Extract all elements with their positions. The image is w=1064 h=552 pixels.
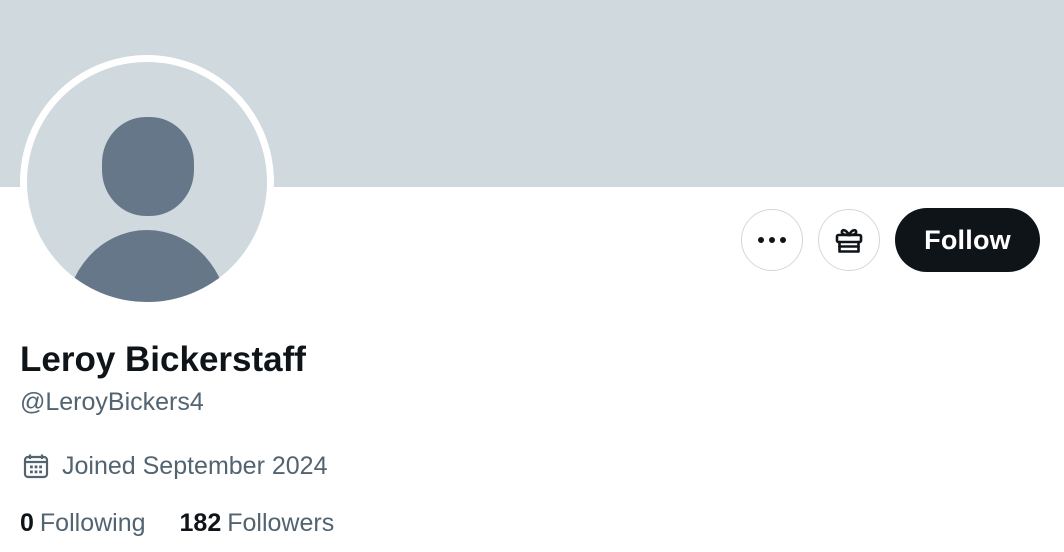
more-button[interactable]	[741, 209, 803, 271]
user-handle: @LeroyBickers4	[20, 388, 204, 416]
following-count: 0	[20, 508, 34, 537]
following-link[interactable]: 0 Following	[20, 509, 146, 538]
gift-button[interactable]	[818, 209, 880, 271]
avatar-head-shape	[102, 117, 194, 216]
join-date-text: Joined September 2024	[62, 451, 328, 480]
following-label: Following	[39, 508, 146, 537]
avatar[interactable]	[27, 62, 267, 302]
avatar-body-shape	[66, 230, 228, 302]
join-date: Joined September 2024	[22, 449, 327, 483]
calendar-icon	[23, 454, 49, 479]
followers-link[interactable]: 182 Followers	[180, 509, 335, 538]
display-name: Leroy Bickerstaff	[20, 340, 306, 379]
profile-actions: Follow	[741, 208, 1040, 272]
followers-label: Followers	[227, 508, 335, 537]
avatar-ring	[20, 55, 274, 309]
profile-stats: 0 Following 182 Followers	[20, 506, 334, 540]
default-avatar-silhouette-icon	[66, 117, 228, 302]
follow-button[interactable]: Follow	[895, 208, 1040, 272]
followers-count: 182	[179, 508, 222, 537]
more-horizontal-icon	[758, 237, 786, 243]
profile-page: Follow Leroy Bickerstaff @LeroyBickers4 …	[0, 0, 1064, 552]
gift-icon	[835, 228, 863, 253]
